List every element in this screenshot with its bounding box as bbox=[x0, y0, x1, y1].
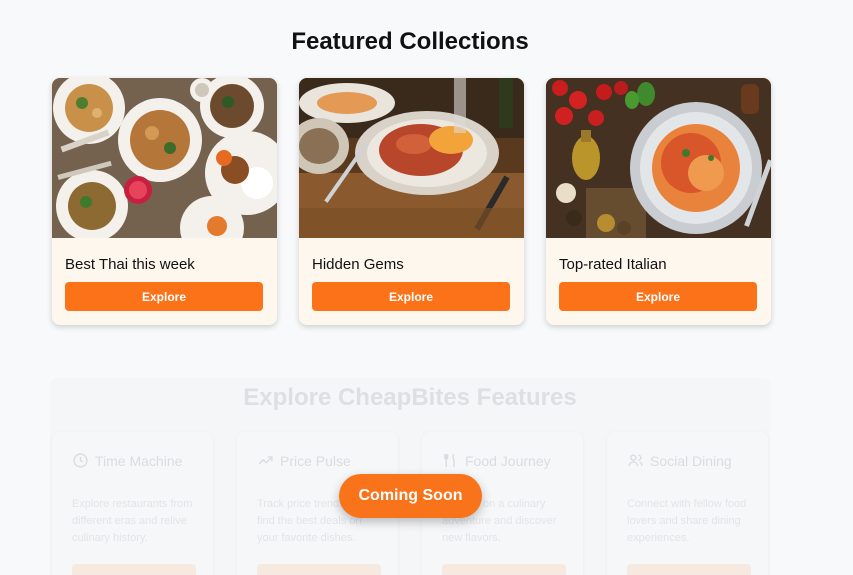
feature-button bbox=[627, 564, 751, 575]
collection-card-hidden-gems[interactable]: Hidden Gems Explore bbox=[299, 78, 524, 325]
italian-food-image bbox=[546, 78, 771, 238]
explore-button[interactable]: Explore bbox=[559, 282, 757, 311]
feature-title: Time Machine bbox=[95, 452, 183, 469]
hidden-gems-food-image bbox=[299, 78, 524, 238]
feature-description: Explore restaurants from different eras … bbox=[72, 498, 193, 544]
users-icon bbox=[628, 454, 643, 467]
trending-up-icon bbox=[258, 456, 273, 465]
feature-title: Price Pulse bbox=[280, 452, 351, 469]
card-title: Top-rated Italian bbox=[559, 256, 667, 273]
clock-icon bbox=[73, 453, 88, 468]
features-title: Explore CheapBites Features bbox=[243, 384, 577, 411]
feature-description: Connect with fellow food lovers and shar… bbox=[627, 498, 747, 544]
coming-soon-button[interactable]: Coming Soon bbox=[339, 474, 482, 518]
collection-card-italian[interactable]: Top-rated Italian Explore bbox=[546, 78, 771, 325]
feature-button bbox=[257, 564, 381, 575]
explore-button[interactable]: Explore bbox=[312, 282, 510, 311]
feature-card-social-dining: Social Dining Connect with fellow food l… bbox=[607, 432, 768, 575]
feature-card-time-machine: Time Machine Explore restaurants from di… bbox=[52, 432, 213, 575]
explore-button[interactable]: Explore bbox=[65, 282, 263, 311]
thai-food-image bbox=[52, 78, 277, 238]
featured-collections-title: Featured Collections bbox=[291, 28, 529, 55]
utensils-icon bbox=[444, 453, 455, 467]
collection-card-thai[interactable]: Best Thai this week Explore bbox=[52, 78, 277, 325]
feature-button bbox=[72, 564, 196, 575]
feature-title: Food Journey bbox=[465, 452, 551, 469]
feature-button bbox=[442, 564, 566, 575]
featured-cards: Best Thai this week Explore Hidden Gems … bbox=[52, 78, 771, 325]
card-title: Best Thai this week bbox=[65, 256, 195, 273]
card-title: Hidden Gems bbox=[312, 256, 404, 273]
feature-title: Social Dining bbox=[650, 452, 732, 469]
